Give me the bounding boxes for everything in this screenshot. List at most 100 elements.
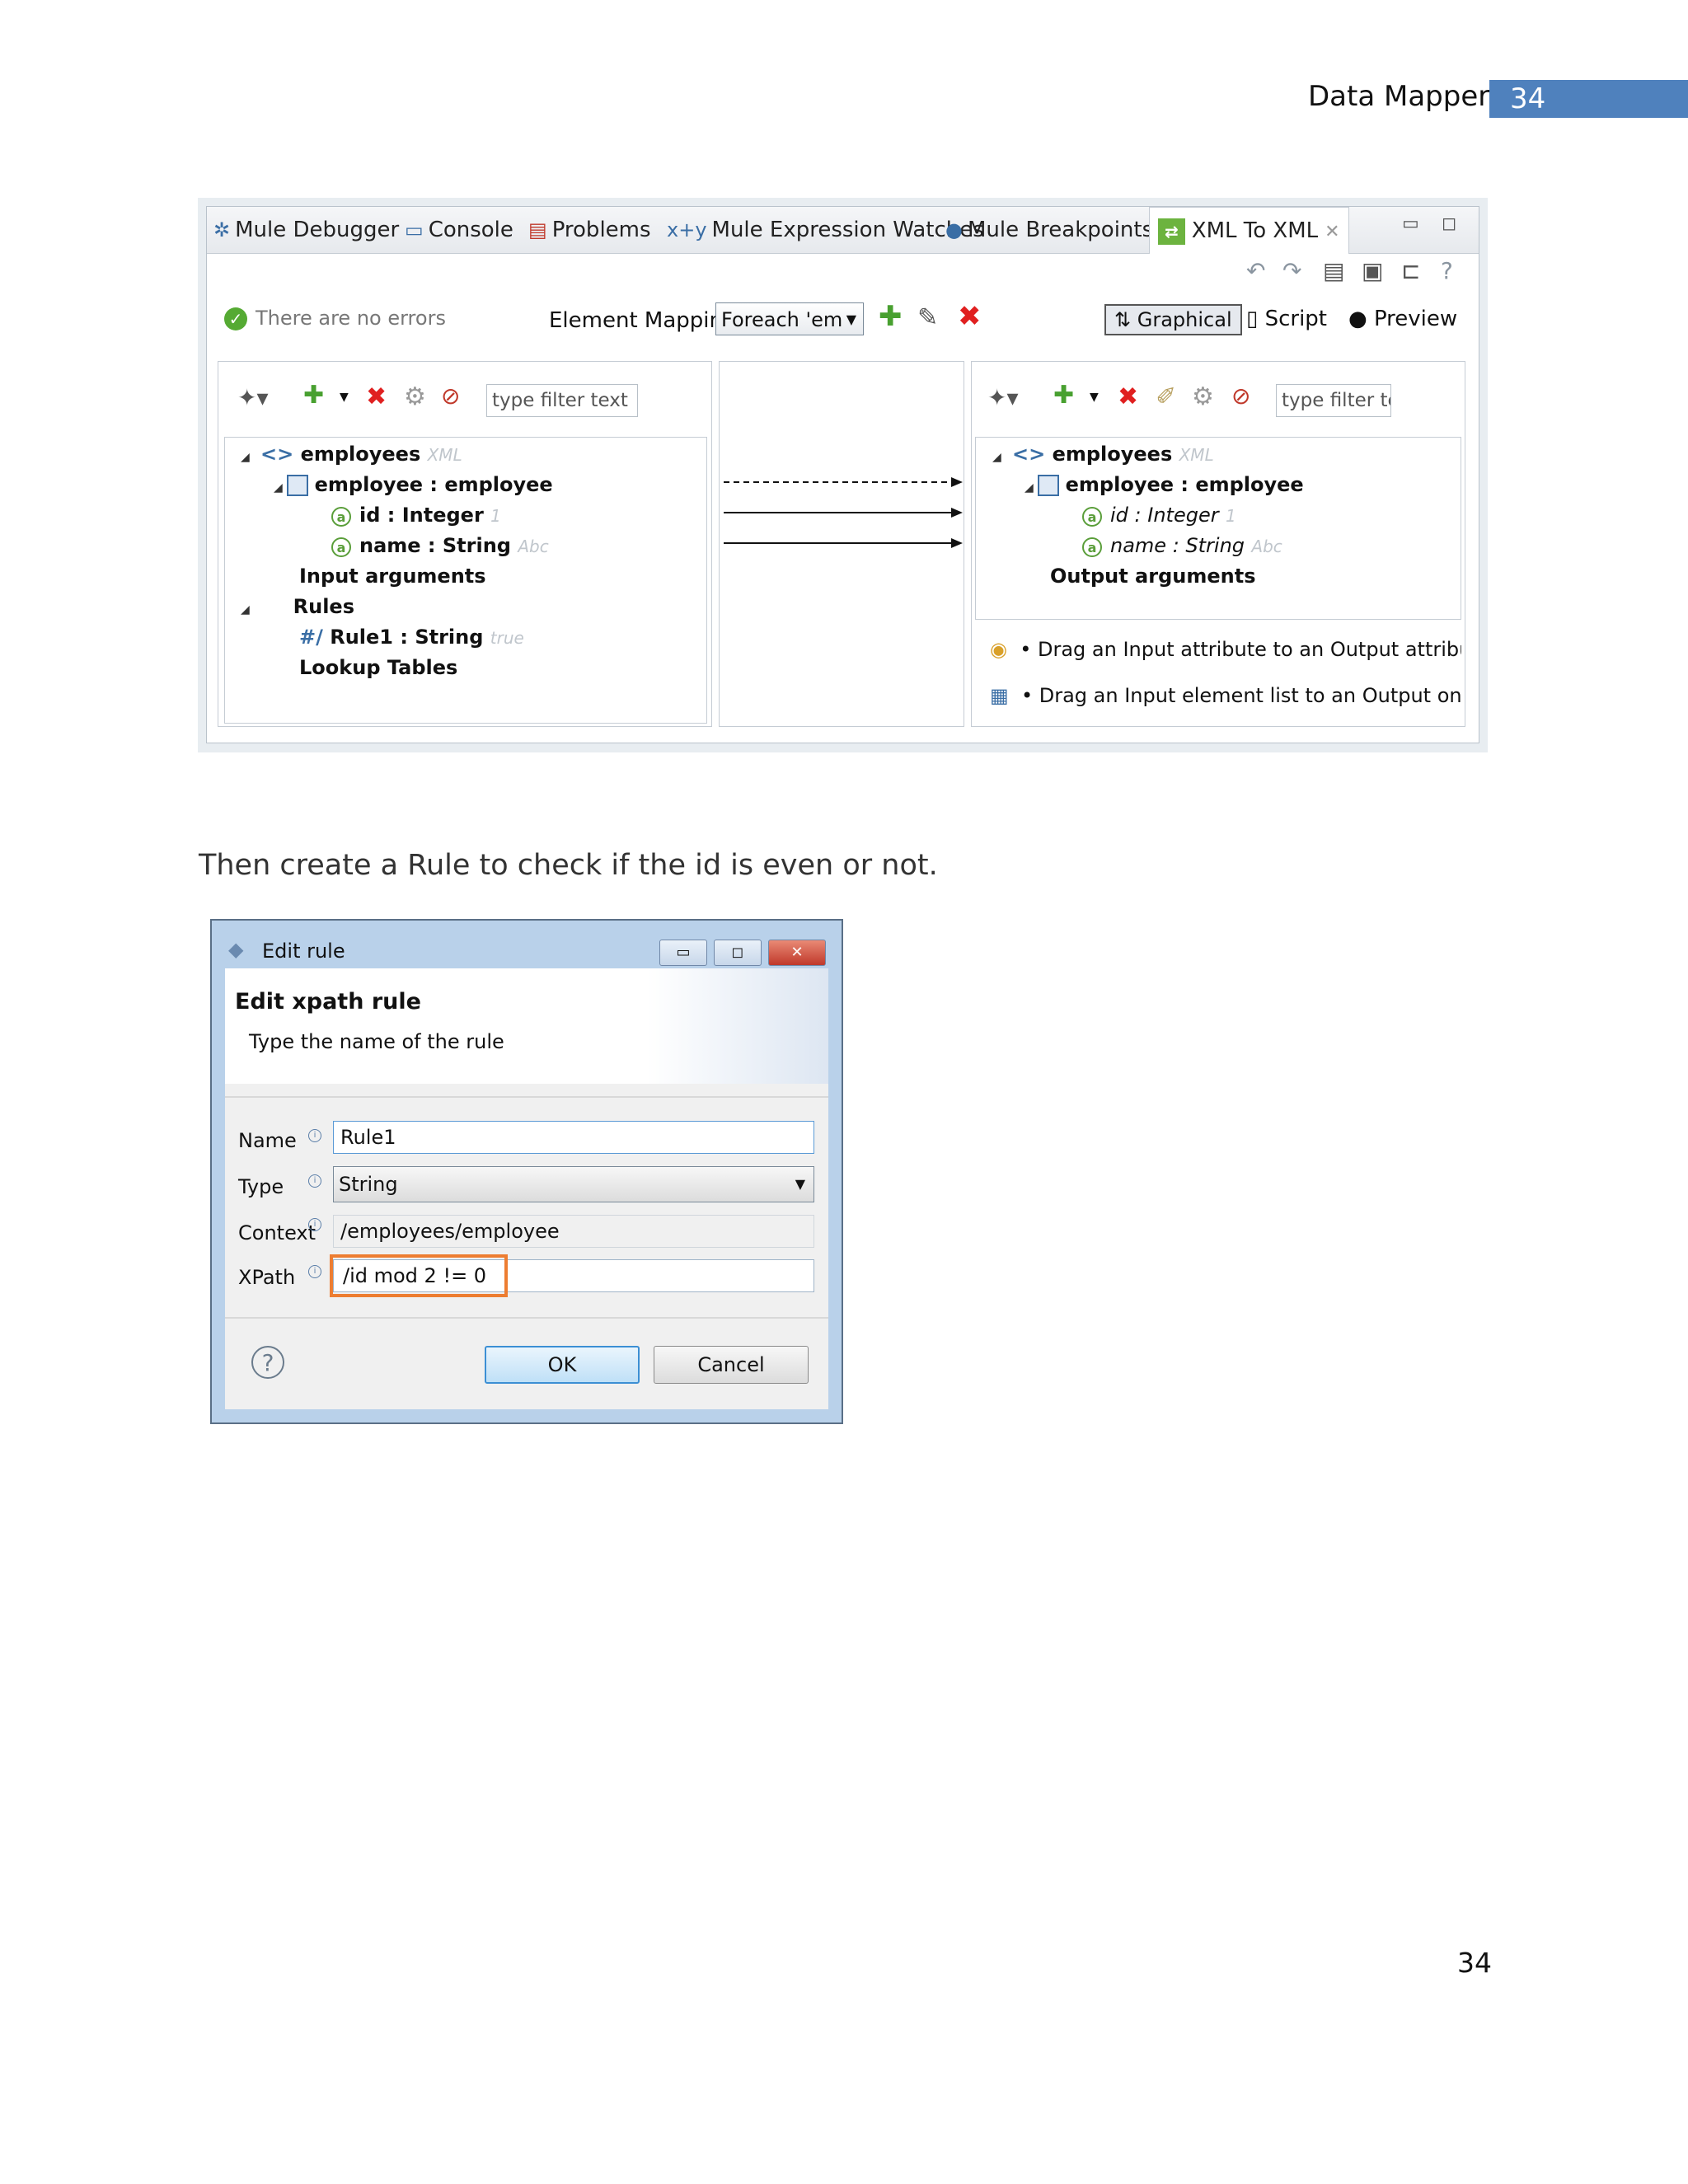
- out-tree-node-employee[interactable]: ◢ employee : employee: [1025, 473, 1304, 496]
- add-icon[interactable]: ✚: [303, 381, 324, 410]
- out-tree-node-output-arguments[interactable]: Output arguments: [1050, 565, 1255, 588]
- help-icon[interactable]: ?: [251, 1346, 284, 1379]
- tree-layout-icon[interactable]: ⊏: [1401, 257, 1420, 284]
- info-icon: i: [308, 1129, 321, 1142]
- hide-icon[interactable]: ⊘: [1231, 382, 1250, 410]
- xpath-highlight: /id mod 2 != 0: [330, 1254, 508, 1297]
- tab-mule-debugger[interactable]: ✲ Mule Debugger: [213, 207, 399, 253]
- tab-xml-to-xml[interactable]: ⇄ XML To XML ✕: [1149, 207, 1349, 254]
- check-icon: ✓: [224, 307, 247, 330]
- close-button[interactable]: ✕: [768, 940, 826, 966]
- tree-node-employees[interactable]: ◢ <> employees XML: [241, 443, 462, 466]
- drag-element-icon: ▦: [990, 684, 1009, 707]
- add-mapping-icon[interactable]: ✚: [879, 300, 903, 333]
- body-paragraph: Then create a Rule to check if the id is…: [199, 849, 938, 882]
- maximize-icon[interactable]: ◻: [1442, 213, 1456, 234]
- tree-node-employee[interactable]: ◢ employee : employee: [274, 473, 553, 496]
- type-select[interactable]: String ▼: [333, 1166, 814, 1202]
- ok-button[interactable]: OK: [485, 1346, 640, 1384]
- hints-area: ◉ • Drag an Input attribute to an Output…: [975, 625, 1461, 724]
- name-label: Name: [238, 1129, 297, 1152]
- table-icon[interactable]: ▤: [1323, 257, 1344, 284]
- divider: [225, 1096, 828, 1098]
- left-filter-input[interactable]: type filter text: [486, 384, 638, 417]
- minimize-button[interactable]: ▭: [659, 940, 707, 966]
- out-tree-node-name[interactable]: a name : String Abc: [1082, 534, 1282, 557]
- out-tree-node-employees[interactable]: ◢ <> employees XML: [992, 443, 1214, 466]
- chevron-down-icon[interactable]: ▼: [1090, 391, 1099, 404]
- problems-icon: ▤: [528, 218, 547, 241]
- context-input: /employees/employee: [333, 1215, 814, 1248]
- context-label: Context: [238, 1221, 316, 1244]
- script-icon: ▯: [1246, 307, 1265, 331]
- tab-console[interactable]: ▭ Console: [405, 207, 513, 253]
- arrow-head: [951, 508, 963, 518]
- expand-icon: ◢: [1025, 481, 1038, 494]
- tree-node-input-arguments[interactable]: Input arguments: [299, 565, 486, 588]
- hide-icon[interactable]: ⊘: [441, 382, 460, 410]
- tree-node-rule1[interactable]: #/ Rule1 : String true: [299, 626, 524, 649]
- type-label: Type: [238, 1175, 284, 1198]
- expand-icon: ◢: [992, 451, 1006, 464]
- edit-mapping-icon[interactable]: ✎: [917, 303, 938, 332]
- dialog-subheading: Type the name of the rule: [249, 1030, 504, 1053]
- graph-icon: ⇅: [1114, 308, 1137, 331]
- name-input[interactable]: Rule1: [333, 1121, 814, 1154]
- undo-icon[interactable]: ↶: [1246, 257, 1265, 284]
- element-mapping-label: Element Mapping: [549, 308, 737, 333]
- help-icon[interactable]: ?: [1441, 257, 1453, 284]
- info-icon: i: [308, 1265, 321, 1278]
- dialog-header: [225, 968, 828, 1084]
- breakpoints-icon: ●: [945, 218, 963, 241]
- expand-icon: ◢: [274, 481, 287, 494]
- minimize-icon[interactable]: ▭: [1402, 213, 1419, 234]
- delete-icon[interactable]: ✖: [1118, 382, 1138, 411]
- hint-element-list: ▦ • Drag an Input element list to an Out…: [990, 684, 1461, 707]
- element-mapping-select[interactable]: Foreach 'em ▼: [715, 302, 864, 335]
- watch-icon: x+y: [667, 218, 707, 241]
- mapping-arrows: [724, 477, 963, 548]
- maximize-button[interactable]: ◻: [714, 940, 762, 966]
- tree-node-name[interactable]: a name : String Abc: [331, 534, 549, 557]
- delete-icon[interactable]: ✖: [366, 382, 387, 411]
- tab-mule-breakpoints[interactable]: ● Mule Breakpoints: [945, 207, 1153, 253]
- tab-mule-expression-watches[interactable]: x+y Mule Expression Watches: [667, 207, 984, 253]
- graphical-button[interactable]: ⇅ Graphical: [1104, 304, 1242, 335]
- chevron-down-icon: ▼: [846, 312, 856, 327]
- wand-icon[interactable]: ✦▾: [987, 384, 1019, 411]
- add-icon[interactable]: ✚: [1053, 381, 1074, 410]
- close-icon[interactable]: ✕: [1325, 222, 1339, 242]
- gear-icon[interactable]: ⚙: [404, 382, 426, 411]
- chevron-down-icon: ▼: [795, 1176, 805, 1192]
- save-icon[interactable]: ▣: [1362, 257, 1383, 284]
- wand-icon[interactable]: ✦▾: [237, 384, 269, 411]
- tab-problems[interactable]: ▤ Problems: [528, 207, 651, 253]
- gear-icon[interactable]: ⚙: [1192, 382, 1214, 411]
- divider: [225, 1317, 828, 1319]
- element-icon: [1037, 475, 1059, 496]
- error-status: ✓ There are no errors: [224, 307, 446, 330]
- delete-mapping-icon[interactable]: ✖: [958, 300, 982, 333]
- cancel-button[interactable]: Cancel: [654, 1346, 809, 1384]
- xml-icon: ⇄: [1158, 218, 1185, 245]
- xml-tag-icon: <>: [1012, 443, 1046, 466]
- tree-node-lookup-tables[interactable]: Lookup Tables: [299, 656, 457, 679]
- chevron-down-icon[interactable]: ▼: [340, 391, 349, 404]
- tree-node-id[interactable]: a id : Integer 1: [331, 504, 501, 527]
- drag-attribute-icon: ◉: [990, 638, 1007, 661]
- tree-node-rules[interactable]: ◢ Rules: [241, 595, 354, 618]
- element-icon: [286, 475, 308, 496]
- arrow-head: [951, 477, 963, 487]
- preview-button[interactable]: ● Preview: [1348, 307, 1457, 331]
- eraser-icon[interactable]: ✐: [1156, 382, 1176, 411]
- running-header-title: Data Mapper: [1308, 80, 1490, 113]
- dialog-heading: Edit xpath rule: [235, 989, 421, 1015]
- right-filter-input[interactable]: type filter te: [1276, 384, 1391, 417]
- script-button[interactable]: ▯ Script: [1246, 307, 1327, 331]
- bug-icon: ✲: [213, 218, 231, 241]
- attribute-icon: a: [331, 537, 351, 557]
- console-icon: ▭: [405, 218, 424, 241]
- xml-tag-icon: <>: [260, 443, 294, 466]
- out-tree-node-id[interactable]: a id : Integer 1: [1082, 504, 1236, 527]
- redo-icon[interactable]: ↷: [1282, 257, 1301, 284]
